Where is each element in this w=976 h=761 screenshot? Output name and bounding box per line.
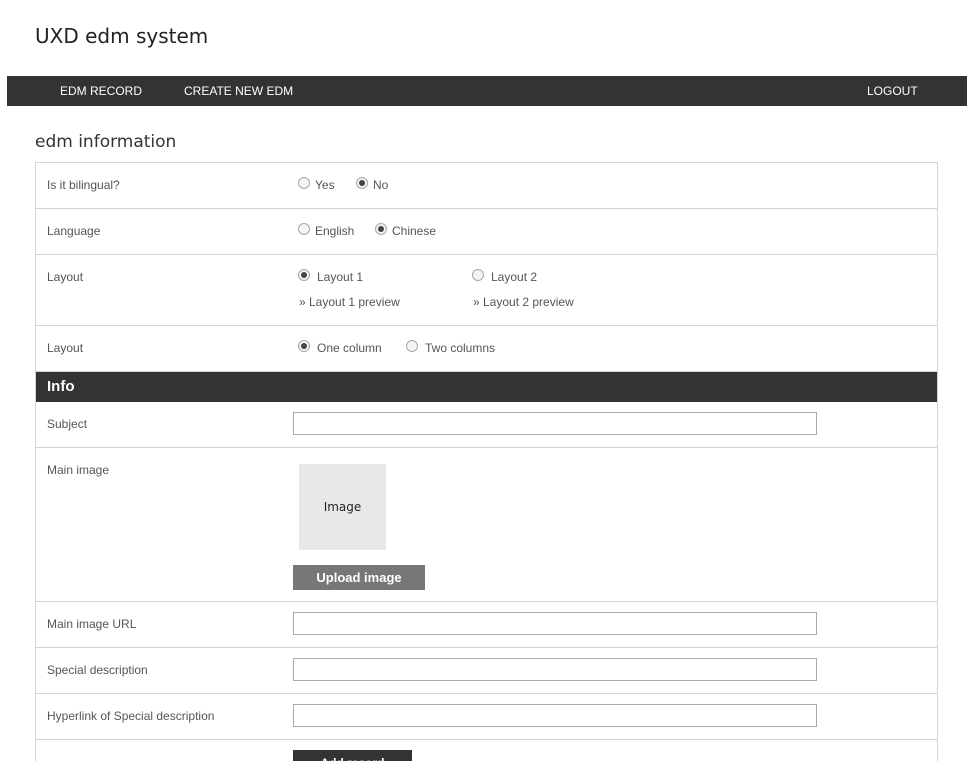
special-description-input[interactable] bbox=[293, 658, 817, 681]
layout-1-preview-link[interactable]: » Layout 1 preview bbox=[299, 295, 400, 309]
radio-circle[interactable] bbox=[298, 177, 310, 189]
main-image-url-input[interactable] bbox=[293, 612, 817, 635]
app-title: UXD edm system bbox=[35, 24, 209, 48]
form-row-special-description-link: Hyperlink of Special description bbox=[36, 694, 937, 740]
special-description-link-input[interactable] bbox=[293, 704, 817, 727]
nav-create-new-edm[interactable]: CREATE NEW EDM bbox=[184, 76, 293, 106]
form-row-main-image: Main image Image Upload image bbox=[36, 448, 937, 602]
form-row-layout: Layout Layout 1 Layout 2 » Layout 1 prev… bbox=[36, 255, 937, 326]
form-row-special-description: Special description bbox=[36, 648, 937, 694]
radio-circle[interactable] bbox=[375, 223, 387, 235]
language-chinese-radio[interactable]: Chinese bbox=[375, 223, 437, 238]
radio-label: English bbox=[315, 224, 355, 238]
image-placeholder: Image bbox=[299, 464, 386, 550]
radio-circle[interactable] bbox=[298, 340, 310, 352]
layout-2-preview-link[interactable]: » Layout 2 preview bbox=[473, 295, 574, 309]
radio-label: Layout 1 bbox=[317, 270, 364, 284]
language-label: Language bbox=[47, 224, 101, 238]
radio-circle[interactable] bbox=[356, 177, 368, 189]
bilingual-no-radio[interactable]: No bbox=[356, 177, 389, 192]
radio-label: One column bbox=[317, 341, 382, 355]
radio-circle[interactable] bbox=[298, 269, 310, 281]
main-image-label: Main image bbox=[47, 463, 110, 477]
radio-label: Yes bbox=[315, 178, 335, 192]
upload-image-button[interactable]: Upload image bbox=[293, 565, 425, 590]
form-row-columns: Layout One column Two columns bbox=[36, 326, 937, 372]
form-row-main-image-url: Main image URL bbox=[36, 602, 937, 648]
subject-label: Subject bbox=[47, 417, 88, 431]
navbar: EDM RECORD CREATE NEW EDM LOGOUT bbox=[7, 76, 967, 106]
layout-2-radio[interactable]: Layout 2 bbox=[472, 269, 538, 284]
radio-circle[interactable] bbox=[472, 269, 484, 281]
one-column-radio[interactable]: One column bbox=[298, 340, 382, 355]
form-row-subject: Subject bbox=[36, 402, 937, 448]
radio-label: Layout 2 bbox=[491, 270, 538, 284]
radio-label: No bbox=[373, 178, 389, 192]
radio-label: Two columns bbox=[425, 341, 496, 355]
nav-logout[interactable]: LOGOUT bbox=[867, 76, 918, 106]
bilingual-yes-radio[interactable]: Yes bbox=[298, 177, 335, 192]
main-image-url-label: Main image URL bbox=[47, 617, 137, 631]
nav-edm-record[interactable]: EDM RECORD bbox=[60, 76, 142, 106]
radio-circle[interactable] bbox=[406, 340, 418, 352]
info-section-header: Info bbox=[36, 372, 937, 402]
form-row-language: Language English Chinese bbox=[36, 209, 937, 255]
section-title: edm information bbox=[35, 132, 177, 152]
language-english-radio[interactable]: English bbox=[298, 223, 355, 238]
columns-label: Layout bbox=[47, 341, 84, 355]
form-row-bilingual: Is it bilingual? Yes No bbox=[36, 163, 937, 209]
subject-input[interactable] bbox=[293, 412, 817, 435]
two-columns-radio[interactable]: Two columns bbox=[406, 340, 496, 355]
layout-label: Layout bbox=[47, 270, 84, 284]
layout-1-radio[interactable]: Layout 1 bbox=[298, 269, 364, 284]
form-row-add-record: Add record bbox=[36, 740, 937, 761]
radio-label: Chinese bbox=[392, 224, 437, 238]
radio-circle[interactable] bbox=[298, 223, 310, 235]
add-record-button[interactable]: Add record bbox=[293, 750, 412, 761]
special-description-link-label: Hyperlink of Special description bbox=[47, 709, 215, 723]
special-description-label: Special description bbox=[47, 663, 148, 677]
bilingual-label: Is it bilingual? bbox=[47, 178, 120, 192]
edm-form: Is it bilingual? Yes No Language English… bbox=[35, 162, 938, 761]
